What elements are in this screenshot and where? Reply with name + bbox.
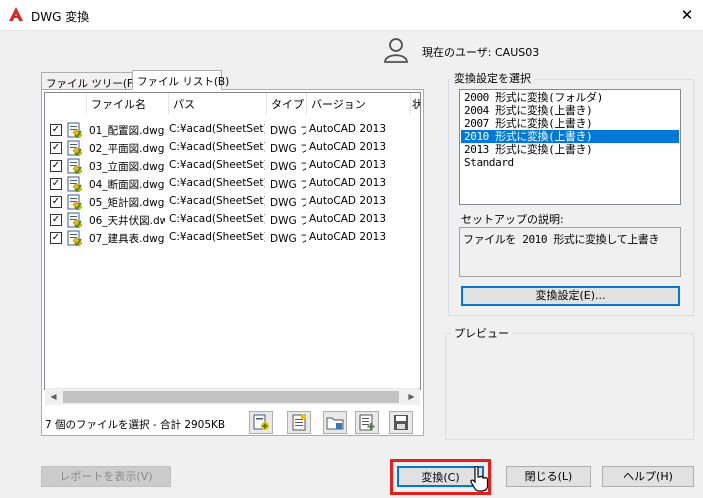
cell-type: DWG ファ [270, 215, 306, 227]
cell-path: C:¥acad(SheetSet)¥ [169, 213, 265, 225]
file-list: ファイル名 パス タイプ バージョン 状 ✓ 01_配置図.dwg C:¥acad(… [44, 92, 421, 390]
cell-filename: 04_断面図.dwg [89, 179, 165, 191]
tab-file-tree[interactable]: ファイル ツリー(F) [41, 72, 137, 90]
conversion-setup-button[interactable]: 変換設定(E)... [461, 286, 680, 306]
preview-label: プレビュー [451, 325, 512, 341]
cell-filename: 05_矩計図.dwg [89, 197, 165, 209]
autocad-app-icon [9, 7, 23, 21]
column-header-type[interactable]: タイプ [267, 93, 307, 115]
scrollbar-thumb[interactable] [63, 391, 399, 403]
cell-path: C:¥acad(SheetSet)¥ [169, 141, 265, 153]
dwg-file-icon [67, 212, 83, 228]
dwg-file-icon [67, 230, 83, 246]
cell-path: C:¥acad(SheetSet)¥ [169, 159, 265, 171]
user-icon [384, 38, 408, 63]
add-sheet-set-button[interactable] [287, 411, 311, 434]
cell-type: DWG ファ [270, 179, 306, 191]
table-row[interactable]: ✓ 04_断面図.dwg C:¥acad(SheetSet)¥ DWG ファAutoC… [45, 175, 420, 193]
title-bar [0, 0, 703, 31]
cell-type: DWG ファ [270, 125, 306, 137]
add-sheet-set-icon [292, 414, 306, 431]
window-title: DWG 変換 [31, 10, 90, 24]
settings-list-item[interactable]: 2000 形式に変換(フォルダ) [461, 91, 679, 104]
close-button[interactable]: 閉じる(L) [506, 466, 591, 487]
cell-type: DWG ファ [270, 233, 306, 245]
dwg-file-icon [67, 140, 83, 156]
cell-version: AutoCAD 2013 [309, 123, 387, 135]
horizontal-scrollbar[interactable]: ◀ ▶ [45, 388, 420, 405]
preview-group [445, 333, 694, 440]
cell-filename: 07_建具表.dwg [89, 233, 165, 245]
table-row[interactable]: ✓ 03_立面図.dwg C:¥acad(SheetSet)¥ DWG ファAutoC… [45, 157, 420, 175]
table-row[interactable]: ✓ 05_矩計図.dwg C:¥acad(SheetSet)¥ DWG ファAutoC… [45, 193, 420, 211]
cell-filename: 03_立面図.dwg [89, 161, 165, 173]
column-header-blank [45, 93, 87, 115]
row-checkbox[interactable]: ✓ [50, 196, 62, 208]
add-file-button[interactable] [249, 411, 273, 434]
cell-path: C:¥acad(SheetSet)¥ [169, 195, 265, 207]
append-list-button[interactable] [355, 411, 379, 434]
open-list-icon [326, 417, 344, 430]
scroll-right-icon[interactable]: ▶ [403, 389, 420, 406]
scroll-left-icon[interactable]: ◀ [45, 389, 62, 406]
cell-type: DWG ファ [270, 143, 306, 155]
row-checkbox[interactable]: ✓ [50, 214, 62, 226]
column-header-version[interactable]: バージョン [307, 93, 411, 115]
cell-path: C:¥acad(SheetSet)¥ [169, 123, 265, 135]
add-file-icon [253, 414, 269, 430]
settings-list-item[interactable]: 2010 形式に変換(上書き) [461, 130, 679, 143]
current-user-label: 現在のユーザ: CAUS03 [422, 46, 540, 59]
setup-description: ファイルを 2010 形式に変換して上書き [459, 227, 681, 277]
cell-version: AutoCAD 2013 [309, 195, 387, 207]
cell-type: DWG ファ [270, 161, 306, 173]
settings-list-item[interactable]: 2007 形式に変換(上書き) [461, 117, 679, 130]
cell-filename: 01_配置図.dwg [89, 125, 165, 137]
selection-summary: 7 個のファイルを選択 - 合計 2905KB [45, 419, 226, 431]
cell-filename: 02_平面図.dwg [89, 143, 165, 155]
cell-version: AutoCAD 2013 [309, 141, 387, 153]
row-checkbox[interactable]: ✓ [50, 142, 62, 154]
view-report-button[interactable]: レポートを表示(V) [41, 466, 171, 487]
close-icon[interactable]: ✕ [676, 4, 698, 26]
row-checkbox[interactable]: ✓ [50, 160, 62, 172]
conversion-settings-list[interactable]: 2000 形式に変換(フォルダ) 2004 形式に変換(上書き) 2007 形式に変… [459, 89, 681, 205]
cell-version: AutoCAD 2013 [309, 231, 387, 243]
row-checkbox[interactable]: ✓ [50, 178, 62, 190]
cell-filename: 06_天井伏図.dwg [89, 215, 165, 227]
cell-type: DWG ファ [270, 197, 306, 209]
save-list-button[interactable] [389, 411, 413, 434]
column-header-status[interactable]: 状 [411, 93, 420, 115]
mouse-cursor-icon [470, 466, 488, 492]
append-list-icon [359, 414, 375, 431]
tab-file-list[interactable]: ファイル リスト(B) [132, 70, 229, 90]
table-row[interactable]: ✓ 07_建具表.dwg C:¥acad(SheetSet)¥ DWG ファAutoC… [45, 229, 420, 247]
dwg-file-icon [67, 176, 83, 192]
settings-list-item[interactable]: 2013 形式に変換(上書き) [461, 143, 679, 156]
table-row[interactable]: ✓ 01_配置図.dwg C:¥acad(SheetSet)¥ DWG ファAutoC… [45, 121, 420, 139]
dwg-file-icon [67, 158, 83, 174]
cell-version: AutoCAD 2013 [309, 213, 387, 225]
cell-path: C:¥acad(SheetSet)¥ [169, 231, 265, 243]
help-button[interactable]: ヘルプ(H) [602, 466, 694, 487]
settings-group-label: 変換設定を選択 [451, 70, 534, 86]
row-checkbox[interactable]: ✓ [50, 124, 62, 136]
row-checkbox[interactable]: ✓ [50, 232, 62, 244]
cell-version: AutoCAD 2013 [309, 177, 387, 189]
table-row[interactable]: ✓ 02_平面図.dwg C:¥acad(SheetSet)¥ DWG ファAutoC… [45, 139, 420, 157]
setup-description-label: セットアップの説明: [461, 213, 564, 226]
column-header-path[interactable]: パス [169, 93, 267, 115]
dwg-file-icon [67, 194, 83, 210]
settings-list-item[interactable]: Standard [461, 156, 679, 169]
settings-list-item[interactable]: 2004 形式に変換(上書き) [461, 104, 679, 117]
cell-path: C:¥acad(SheetSet)¥ [169, 177, 265, 189]
open-list-button[interactable] [323, 411, 347, 434]
save-list-icon [394, 415, 408, 430]
cell-version: AutoCAD 2013 [309, 159, 387, 171]
table-row[interactable]: ✓ 06_天井伏図.dwg C:¥acad(SheetSet)¥ DWG ファAuto… [45, 211, 420, 229]
dwg-file-icon [67, 122, 83, 138]
column-header-filename[interactable]: ファイル名 [87, 93, 169, 115]
